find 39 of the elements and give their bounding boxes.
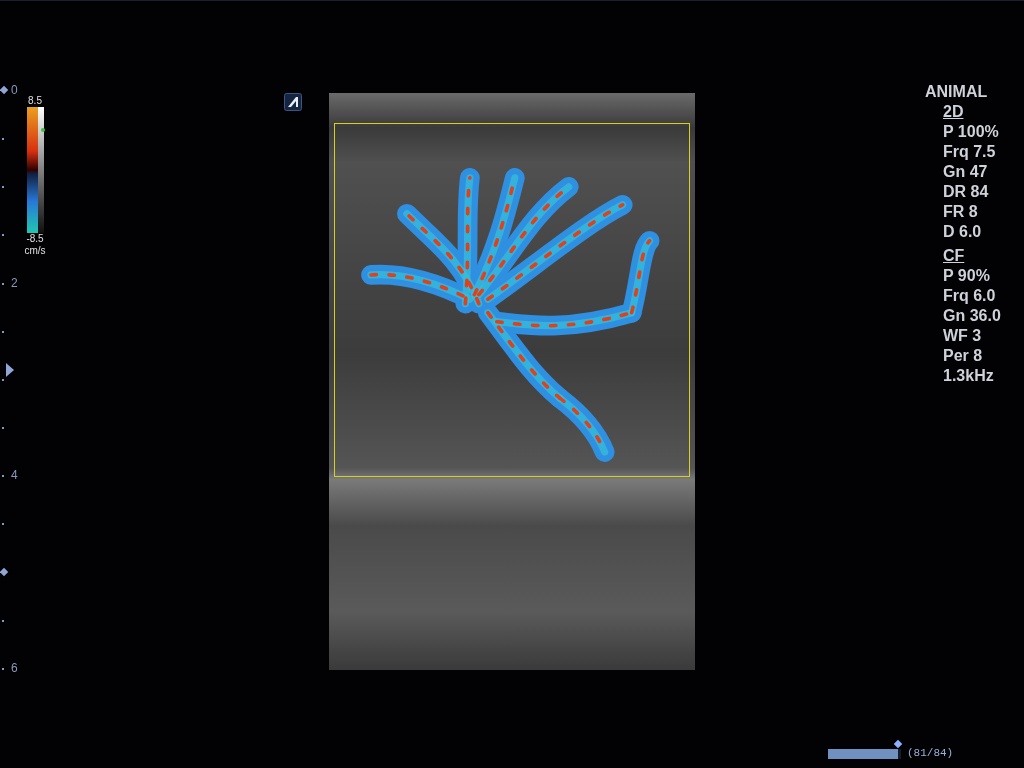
cine-marker-icon — [893, 739, 903, 749]
depth-tick — [2, 138, 4, 141]
parameter-value: WF 3 — [943, 326, 983, 346]
mode-heading: 2D — [943, 102, 965, 122]
parameter-value: P 100% — [943, 122, 1000, 142]
depth-marker-icon — [0, 567, 9, 576]
parameter-value: DR 84 — [943, 182, 990, 202]
parameter-value: FR 8 — [943, 202, 979, 222]
depth-tick — [2, 186, 4, 189]
parameter-value: Gn 36.0 — [943, 306, 1001, 326]
mode-heading: CF — [943, 246, 966, 266]
depth-tick — [2, 234, 4, 237]
velocity-unit-label: cm/s — [24, 245, 46, 257]
parameter-value: 1.3kHz — [943, 366, 995, 386]
parameter-value: Frq 7.5 — [943, 142, 997, 162]
preset-label: ANIMAL — [925, 82, 989, 102]
parameter-value: Frq 6.0 — [943, 286, 997, 306]
focus-marker-icon — [6, 363, 14, 377]
depth-tick — [2, 667, 4, 670]
depth-tick — [2, 282, 4, 285]
depth-tick — [2, 475, 4, 478]
auto-optimize-icon[interactable] — [284, 93, 302, 111]
parameter-value: Gn 47 — [943, 162, 989, 182]
depth-label: 6 — [11, 659, 18, 676]
velocity-max-label: 8.5 — [28, 95, 42, 107]
parameter-value: P 90% — [943, 266, 991, 286]
parameter-value: D 6.0 — [943, 222, 983, 242]
depth-tick — [2, 523, 4, 526]
frame-counter: (81/84) — [907, 747, 954, 759]
depth-tick — [2, 427, 4, 430]
depth-label: 0 — [11, 82, 18, 98]
parameter-value: Per 8 — [943, 346, 984, 366]
depth-tick — [2, 378, 4, 381]
depth-tick — [2, 619, 4, 622]
velocity-min-label: -8.5 — [26, 233, 44, 245]
depth-tick — [2, 330, 4, 333]
depth-marker-icon — [0, 85, 9, 95]
depth-label: 4 — [11, 467, 18, 484]
depth-label: 2 — [11, 274, 18, 291]
